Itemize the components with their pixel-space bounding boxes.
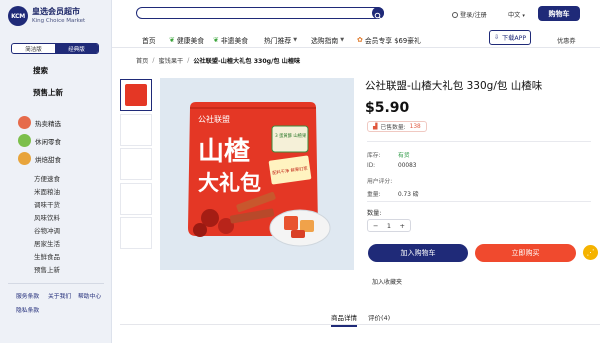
product-package-illustration: 公社联盟 山楂 大礼包 3 蛋黄酥 山楂果 配料干净 鲜果打浆 — [160, 78, 354, 270]
svg-text:山楂: 山楂 — [198, 137, 251, 167]
thumbnail-image[interactable] — [120, 182, 152, 215]
thumbnail-image[interactable] — [120, 113, 152, 146]
mode-classic-tab[interactable]: 经典版 — [55, 44, 98, 53]
brand-name-en: King Choice Market — [32, 18, 86, 24]
breadcrumb-home[interactable]: 首页 — [136, 56, 148, 65]
chevron-down-icon: ▼ — [340, 37, 345, 43]
stock-value: 有货 — [398, 153, 410, 159]
nav-heritage[interactable]: ❦ 非遗美食 — [213, 35, 248, 45]
product-main-image[interactable]: 公社联盟 山楂 大礼包 3 蛋黄酥 山楂果 配料干净 鲜果打浆 — [160, 78, 354, 270]
svg-text:大礼包: 大礼包 — [198, 171, 261, 195]
share-button[interactable]: ⋰ — [583, 245, 598, 260]
product-title: 公社联盟-山楂大礼包 330g/包 山楂味 — [365, 80, 543, 92]
id-label: ID: — [367, 163, 376, 169]
sidebar-item-hot[interactable]: 热卖精选 — [18, 116, 61, 129]
sidebar-sub-item[interactable]: 预售上新 — [34, 264, 60, 274]
weight-label: 重量: — [367, 192, 381, 198]
search-icon — [374, 12, 382, 20]
thumbnail-image[interactable] — [120, 79, 152, 111]
tab-details[interactable]: 商品详情 — [331, 312, 357, 327]
breadcrumb-separator-icon: / — [187, 57, 190, 64]
leaf-icon: ❦ — [213, 36, 219, 44]
mode-simple-tab[interactable]: 简洁版 — [12, 44, 55, 53]
minus-icon[interactable]: − — [373, 222, 378, 230]
thumbnail-image[interactable] — [120, 217, 152, 249]
mode-toggle: 简洁版 经典版 — [11, 43, 99, 54]
download-icon: ⇩ — [493, 34, 500, 41]
search-input[interactable] — [136, 7, 384, 20]
add-to-cart-button[interactable]: 加入购物车 — [368, 244, 468, 262]
stock-label: 库存: — [367, 153, 381, 159]
chevron-down-icon: ▼ — [293, 37, 298, 43]
id-value: 00083 — [398, 163, 417, 169]
chevron-down-icon: ▾ — [522, 13, 525, 19]
leaf-icon: ❦ — [169, 36, 175, 44]
sidebar: KCM 皇选会员超市 King Choice Market 简洁版 经典版 搜索… — [0, 0, 112, 343]
sidebar-item-bakery[interactable]: 烘焙甜食 — [18, 152, 61, 165]
quantity-label: 数量: — [367, 210, 382, 217]
breadcrumb-current: 公社联盟-山楂大礼包 330g/包 山楂味 — [193, 58, 301, 65]
weight-value: 0.73 磅 — [398, 192, 419, 198]
divider — [367, 201, 591, 202]
footer-link-about[interactable]: 关于我们 — [48, 291, 71, 300]
user-icon — [452, 11, 458, 18]
nav-home[interactable]: 首页 — [142, 35, 156, 45]
tab-reviews[interactable]: 评价(4) — [368, 312, 390, 322]
sidebar-sub-item[interactable]: 米面粮油 — [34, 186, 60, 196]
sidebar-divider — [8, 283, 104, 284]
logo-badge-icon: KCM — [8, 6, 28, 26]
sidebar-sub-item[interactable]: 生鲜食品 — [34, 251, 60, 261]
brand-name: 皇选会员超市 — [32, 7, 80, 16]
footer-link-help[interactable]: 帮助中心 — [78, 291, 101, 300]
footer-link-privacy[interactable]: 隐私条款 — [16, 305, 39, 314]
search-button[interactable] — [372, 7, 384, 20]
sidebar-sub-item[interactable]: 风味饮料 — [34, 212, 60, 222]
thumbnail-list — [120, 79, 152, 252]
nav-healthy[interactable]: ❦ 健康美食 — [169, 35, 204, 45]
chart-icon: ▟ — [373, 123, 378, 130]
quantity-stepper[interactable]: − 1 + — [367, 219, 411, 232]
language-select[interactable]: 中文 ▾ — [508, 10, 525, 19]
tabs-divider — [120, 324, 600, 325]
thumbnail-image[interactable] — [120, 148, 152, 180]
breadcrumb: 首页 / 蜜饯果干 / 公社联盟-山楂大礼包 330g/包 山楂味 — [136, 56, 300, 65]
plus-icon[interactable]: + — [400, 222, 405, 230]
sold-count-badge: ▟ 已售数量: 138 — [367, 121, 427, 132]
nav-member[interactable]: ✿ 会员专享 $69豪礼 — [357, 35, 421, 45]
footer-link-terms[interactable]: 服务条款 — [16, 291, 39, 300]
quantity-value[interactable]: 1 — [387, 222, 391, 230]
breadcrumb-separator-icon: / — [152, 57, 155, 64]
sidebar-presale[interactable]: 预售上新 — [33, 87, 63, 98]
gift-icon: ✿ — [357, 36, 363, 44]
divider — [367, 141, 591, 142]
coupon-link[interactable]: 优惠券 — [557, 36, 576, 45]
nav-recommend[interactable]: 热门推荐 ▼ — [264, 35, 297, 45]
nav-guide[interactable]: 选购指南 ▼ — [311, 35, 344, 45]
cart-button[interactable]: 购物车 — [538, 6, 580, 21]
product-price: $5.90 — [365, 100, 410, 116]
breadcrumb-category[interactable]: 蜜饯果干 — [158, 56, 183, 65]
sidebar-sub-item[interactable]: 调味干货 — [34, 199, 60, 209]
share-icon: ⋰ — [586, 248, 595, 257]
login-link[interactable]: 登录/注册 — [452, 10, 487, 19]
download-app-button[interactable]: ⇩ 下载APP — [489, 30, 531, 45]
sidebar-sub-item[interactable]: 谷物冲调 — [34, 225, 60, 235]
snacks-icon — [18, 134, 31, 147]
hot-products-icon — [18, 116, 31, 129]
add-to-favorites-link[interactable]: 加入收藏夹 — [372, 277, 402, 286]
sidebar-search[interactable]: 搜索 — [33, 65, 48, 76]
sidebar-item-snacks[interactable]: 休闲零食 — [18, 134, 61, 147]
sidebar-sub-item[interactable]: 方便速食 — [34, 173, 60, 183]
sidebar-sub-item[interactable]: 居家生活 — [34, 238, 60, 248]
brand-logo[interactable]: KCM 皇选会员超市 King Choice Market — [8, 6, 85, 26]
buy-now-button[interactable]: 立即购买 — [475, 244, 576, 262]
svg-text:公社联盟: 公社联盟 — [198, 114, 230, 124]
svg-text:3 蛋黄酥 山楂果: 3 蛋黄酥 山楂果 — [275, 132, 307, 139]
rating-label: 用户评分: — [367, 179, 393, 185]
bakery-icon — [18, 152, 31, 165]
